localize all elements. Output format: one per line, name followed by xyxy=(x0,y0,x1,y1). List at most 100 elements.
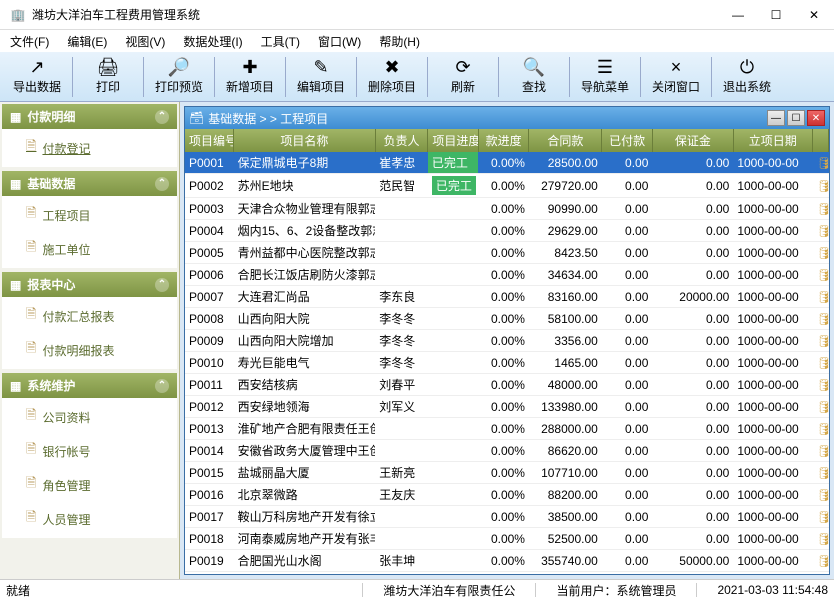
sidebar-item-label: 工程项目 xyxy=(42,207,90,224)
table-row[interactable]: P0003天津合众物业管理有限郭志广0.00%90990.000.000.001… xyxy=(185,198,829,220)
table-row[interactable]: P0014安徽省政务大厦管理中王创翰0.00%86620.000.000.001… xyxy=(185,440,829,462)
table-row[interactable]: P0007大连君汇尚品李东良0.00%83160.000.0020000.001… xyxy=(185,286,829,308)
nav-menu-button[interactable]: ☰导航菜单 xyxy=(576,54,634,100)
print-preview-button[interactable]: 🔎打印预览 xyxy=(150,54,208,100)
table-row[interactable]: P0015盐城丽晶大厦王新亮0.00%107710.000.000.001000… xyxy=(185,462,829,484)
table-row[interactable]: P0011西安结核病刘春平0.00%48000.000.000.001000-0… xyxy=(185,374,829,396)
cell-row-icon[interactable]: 🛢 xyxy=(812,308,828,330)
cell-row-icon[interactable]: 🛢 xyxy=(812,152,828,174)
column-header[interactable]: 保证金 xyxy=(652,129,733,152)
column-header[interactable]: 项目进度 xyxy=(428,129,479,152)
minimize-button[interactable]: — xyxy=(728,8,748,22)
sidebar-group-header[interactable]: ▦基础数据⌃ xyxy=(2,171,177,196)
sidebar-item[interactable]: 🗎工程项目 xyxy=(2,198,177,232)
column-header[interactable]: 立项日期 xyxy=(733,129,812,152)
sidebar-item[interactable]: 🗎公司资料 xyxy=(2,400,177,434)
column-header[interactable]: 已付款 xyxy=(602,129,653,152)
sidebar-item[interactable]: 🗎付款明细报表 xyxy=(2,333,177,367)
column-header[interactable]: 合同款 xyxy=(529,129,602,152)
cell-row-icon[interactable]: 🛢 xyxy=(812,374,828,396)
column-header[interactable]: 负责人 xyxy=(375,129,428,152)
table-row[interactable]: P0017鞍山万科房地产开发有徐立伟0.00%38500.000.000.001… xyxy=(185,506,829,528)
add-project-button[interactable]: ✚新增项目 xyxy=(221,54,279,100)
table-row[interactable]: P0018河南泰威房地产开发有张丰坤0.00%52500.000.000.001… xyxy=(185,528,829,550)
cell-row-icon[interactable]: 🛢 xyxy=(812,352,828,374)
edit-project-button[interactable]: ✎编辑项目 xyxy=(292,54,350,100)
child-maximize-button[interactable]: ☐ xyxy=(787,110,805,126)
table-row[interactable]: P0019合肥国光山水阁张丰坤0.00%355740.000.0050000.0… xyxy=(185,550,829,572)
print-button[interactable]: 🖨打印 xyxy=(79,54,137,100)
delete-project-button[interactable]: ✖删除项目 xyxy=(363,54,421,100)
cell-row-icon[interactable]: 🛢 xyxy=(812,264,828,286)
collapse-icon[interactable]: ⌃ xyxy=(155,379,169,393)
child-minimize-button[interactable]: — xyxy=(767,110,785,126)
table-row[interactable]: P0016北京翠微路王友庆0.00%88200.000.000.001000-0… xyxy=(185,484,829,506)
table-row[interactable]: P0001保定鼎城电子8期崔孝忠已完工0.00%28500.000.000.00… xyxy=(185,152,829,174)
sidebar-item[interactable]: 🗎角色管理 xyxy=(2,468,177,502)
child-close-button[interactable]: ✕ xyxy=(807,110,825,126)
cell-row-icon[interactable]: 🛢 xyxy=(812,330,828,352)
menu-item[interactable]: 数据处理(I) xyxy=(183,33,242,50)
sidebar-group-title: 报表中心 xyxy=(27,276,75,293)
sidebar-group-header[interactable]: ▦系统维护⌃ xyxy=(2,373,177,398)
cell-row-icon[interactable]: 🛢 xyxy=(812,440,828,462)
collapse-icon[interactable]: ⌃ xyxy=(155,110,169,124)
cell-row-icon[interactable]: 🛢 xyxy=(812,286,828,308)
column-header[interactable] xyxy=(812,129,828,152)
sidebar-item-label: 付款汇总报表 xyxy=(42,308,114,325)
search-button[interactable]: 🔍查找 xyxy=(505,54,563,100)
refresh-button[interactable]: ⟳刷新 xyxy=(434,54,492,100)
cell-row-icon[interactable]: 🛢 xyxy=(812,220,828,242)
data-grid[interactable]: 项目编号项目名称负责人项目进度款进度合同款已付款保证金立项日期P0001保定鼎城… xyxy=(185,129,829,574)
menu-item[interactable]: 编辑(E) xyxy=(67,33,107,50)
maximize-button[interactable]: ☐ xyxy=(766,8,786,22)
cell-row-icon[interactable]: 🛢 xyxy=(812,572,828,575)
menu-item[interactable]: 工具(T) xyxy=(261,33,300,50)
sidebar-group-header[interactable]: ▦付款明细⌃ xyxy=(2,104,177,129)
column-header[interactable]: 项目编号 xyxy=(185,129,234,152)
cell-row-icon[interactable]: 🛢 xyxy=(812,418,828,440)
cell-row-icon[interactable]: 🛢 xyxy=(812,484,828,506)
column-header[interactable]: 款进度 xyxy=(478,129,529,152)
cell-row-icon[interactable]: 🛢 xyxy=(812,242,828,264)
table-row[interactable]: P0012西安绿地领海刘军义0.00%133980.000.000.001000… xyxy=(185,396,829,418)
cell-row-icon[interactable]: 🛢 xyxy=(812,198,828,220)
table-row[interactable]: P0005青州益都中心医院整改郭志广0.00%8423.500.000.0010… xyxy=(185,242,829,264)
table-row[interactable]: P0004烟内15、6、2设备整改郭志广0.00%29629.000.000.0… xyxy=(185,220,829,242)
sidebar-item[interactable]: 🗎银行帐号 xyxy=(2,434,177,468)
close-button[interactable]: ✕ xyxy=(804,8,824,22)
sidebar-item[interactable]: 🗎付款登记 xyxy=(2,131,177,165)
sidebar-item[interactable]: 🗎付款汇总报表 xyxy=(2,299,177,333)
cell-contract-amount: 29629.00 xyxy=(529,220,602,242)
menu-item[interactable]: 窗口(W) xyxy=(318,33,361,50)
sidebar-group-header[interactable]: ▦报表中心⌃ xyxy=(2,272,177,297)
collapse-icon[interactable]: ⌃ xyxy=(155,177,169,191)
table-row[interactable]: P0010寿光巨能电气李冬冬0.00%1465.000.000.001000-0… xyxy=(185,352,829,374)
menu-item[interactable]: 帮助(H) xyxy=(379,33,420,50)
menu-item[interactable]: 文件(F) xyxy=(10,33,49,50)
table-row[interactable]: P0002苏州E地块范民智已完工0.00%279720.000.000.0010… xyxy=(185,174,829,198)
table-row[interactable]: P0013淮矿地产合肥有限责任王创翰0.00%288000.000.000.00… xyxy=(185,418,829,440)
table-row[interactable]: P0020潍坊特钢厂张丰坤0.00%90600.000.000.001000-0… xyxy=(185,572,829,575)
menu-item[interactable]: 视图(V) xyxy=(125,33,165,50)
cell-progress xyxy=(428,440,479,462)
cell-row-icon[interactable]: 🛢 xyxy=(812,550,828,572)
table-row[interactable]: P0009山西向阳大院增加李冬冬0.00%3356.000.000.001000… xyxy=(185,330,829,352)
cell-progress xyxy=(428,550,479,572)
cell-row-icon[interactable]: 🛢 xyxy=(812,174,828,198)
cell-row-icon[interactable]: 🛢 xyxy=(812,462,828,484)
table-row[interactable]: P0006合肥长江饭店刷防火漆郭志广0.00%34634.000.000.001… xyxy=(185,264,829,286)
sidebar-item[interactable]: 🗎施工单位 xyxy=(2,232,177,266)
close-window-button[interactable]: ×关闭窗口 xyxy=(647,54,705,100)
table-row[interactable]: P0008山西向阳大院李冬冬0.00%58100.000.000.001000-… xyxy=(185,308,829,330)
cell-row-icon[interactable]: 🛢 xyxy=(812,396,828,418)
exit-system-button[interactable]: ⏻退出系统 xyxy=(718,54,776,100)
cell-row-icon[interactable]: 🛢 xyxy=(812,506,828,528)
cell-id: P0010 xyxy=(185,352,234,374)
column-header[interactable]: 项目名称 xyxy=(234,129,376,152)
sidebar-item[interactable]: 🗎人员管理 xyxy=(2,502,177,536)
export-data-button[interactable]: ↗导出数据 xyxy=(8,54,66,100)
row-action-icon: 🛢 xyxy=(816,488,828,502)
cell-row-icon[interactable]: 🛢 xyxy=(812,528,828,550)
collapse-icon[interactable]: ⌃ xyxy=(155,278,169,292)
